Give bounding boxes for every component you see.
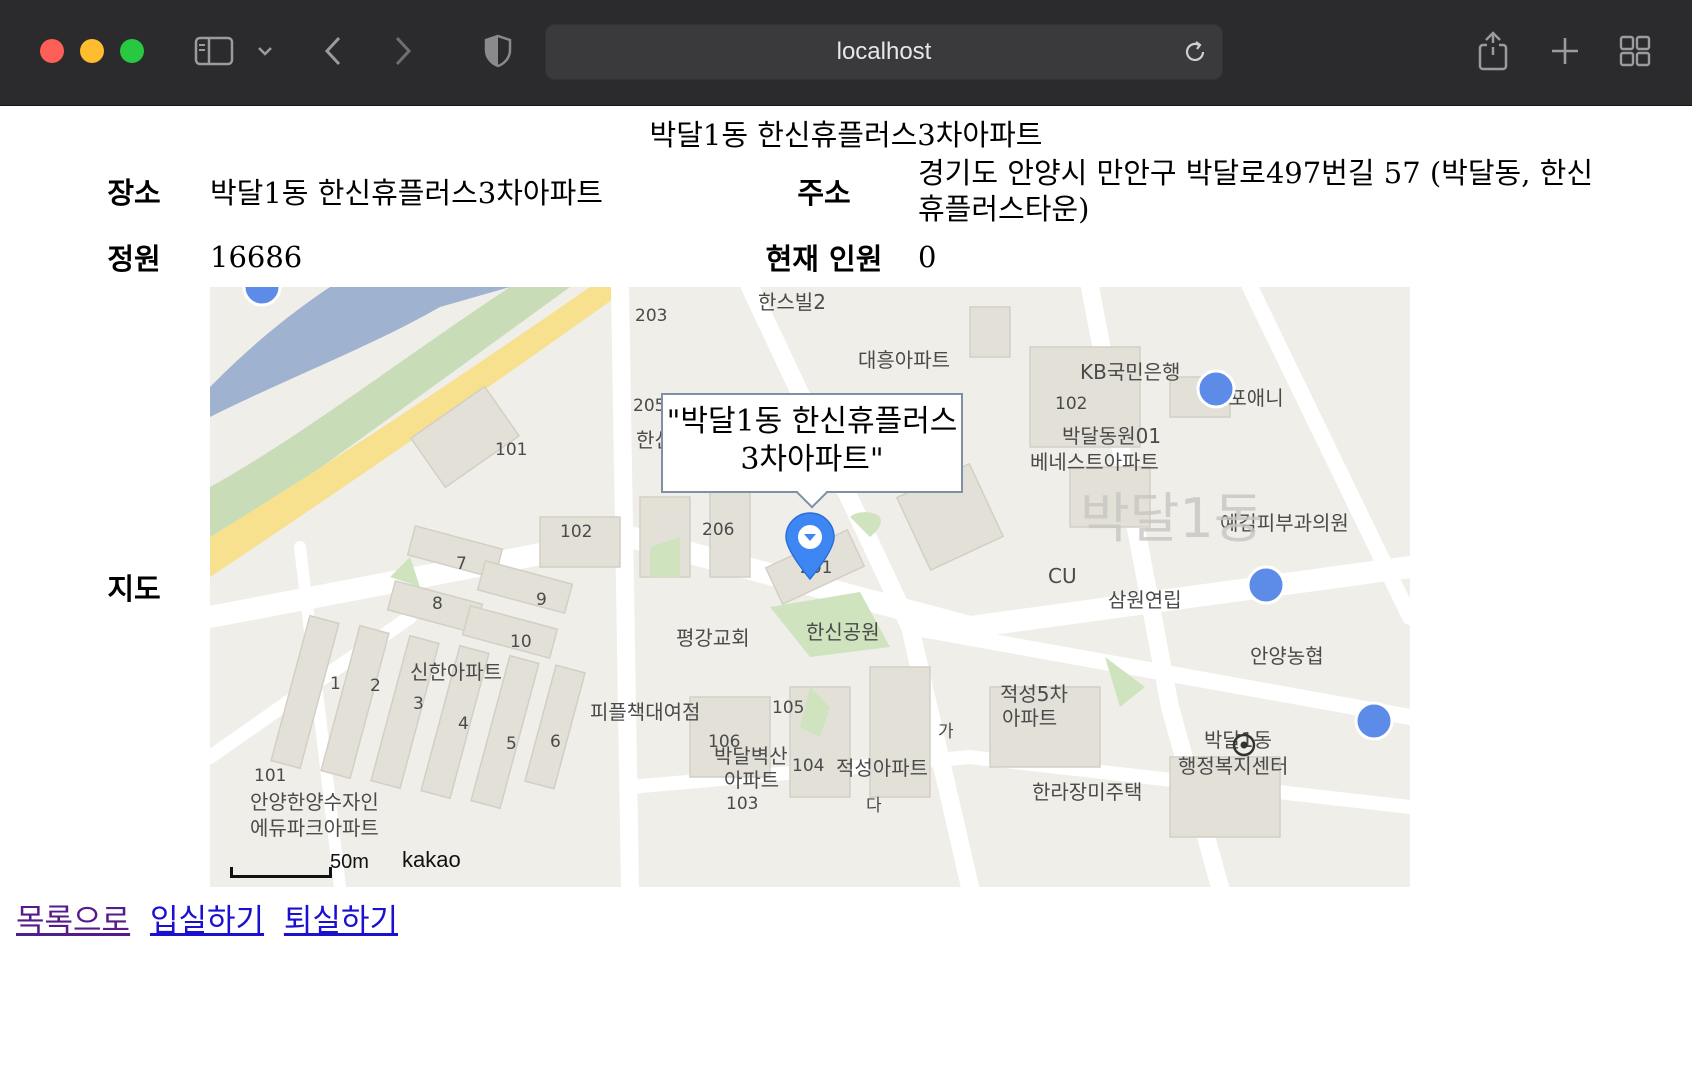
svg-text:101: 101 [495,440,527,460]
back-to-list-link[interactable]: 목록으로 [16,903,130,939]
svg-text:KB국민은행: KB국민은행 [1080,360,1180,384]
map-infowindow: "박달1동 한신휴플러스3차아파트" [661,393,963,493]
browser-titlebar: localhost [0,0,1692,106]
chevron-down-icon[interactable] [252,30,278,72]
svg-text:아파트: 아파트 [1002,706,1057,730]
svg-text:박달동원01: 박달동원01 [1062,424,1161,448]
infowindow-text: "박달1동 한신휴플러스3차아파트" [666,404,958,477]
svg-text:적성5차: 적성5차 [1000,682,1068,706]
svg-text:5: 5 [506,734,517,754]
enter-room-link[interactable]: 입실하기 [150,903,264,939]
current-count-label: 현재 인원 [765,242,883,276]
svg-text:평강교회: 평강교회 [676,626,750,650]
svg-text:박달1동: 박달1동 [1080,487,1263,550]
svg-text:103: 103 [726,794,758,814]
map-provider-logo: kakao [402,847,461,872]
address-label: 주소 [797,176,851,210]
svg-text:203: 203 [635,306,667,326]
svg-text:베네스트아파트: 베네스트아파트 [1030,450,1159,474]
forward-icon[interactable] [388,30,418,72]
page-title: 박달1동 한신휴플러스3차아파트 [649,118,1043,152]
svg-text:박달1동: 박달1동 [1204,728,1272,752]
svg-text:102: 102 [1055,394,1087,414]
address-bar[interactable]: localhost [545,24,1223,80]
svg-text:CU: CU [1048,564,1077,588]
scale-bar [230,867,332,878]
svg-text:한라장미주택: 한라장미주택 [1032,780,1142,804]
svg-text:행정복지센터: 행정복지센터 [1178,754,1288,778]
svg-text:다: 다 [866,796,882,816]
capacity-value: 16686 [210,240,303,274]
plus-icon[interactable] [1548,30,1582,72]
svg-text:7: 7 [456,554,467,574]
map-label-hansbill2: 한스빌2 [758,290,826,314]
svg-text:아파트: 아파트 [724,768,779,792]
scale-text: 50m [330,851,369,873]
svg-text:1: 1 [330,674,341,694]
exit-room-link[interactable]: 퇴실하기 [284,903,398,939]
capacity-label: 정원 [107,242,161,276]
close-window-button[interactable] [40,39,64,63]
minimize-window-button[interactable] [80,39,104,63]
svg-text:4: 4 [458,714,469,734]
svg-text:박달벽산: 박달벽산 [714,744,788,768]
svg-text:6: 6 [550,732,561,752]
map-label: 지도 [107,572,161,606]
sidebar-icon[interactable] [192,30,236,72]
tab-overview-icon[interactable] [1618,30,1652,72]
svg-text:8: 8 [432,594,443,614]
svg-text:206: 206 [702,520,734,540]
svg-text:대흥아파트: 대흥아파트 [858,348,950,372]
svg-text:101: 101 [254,766,286,786]
svg-text:10: 10 [510,632,532,652]
action-links: 목록으로 입실하기 퇴실하기 [16,895,408,940]
share-icon[interactable] [1476,30,1510,72]
svg-text:가: 가 [938,722,954,742]
svg-text:삼원연립: 삼원연립 [1108,588,1182,612]
svg-text:안양농협: 안양농협 [1250,644,1324,668]
svg-text:에듀파크아파트: 에듀파크아파트 [250,816,379,840]
reload-icon[interactable] [1182,39,1208,69]
svg-text:신한아파트: 신한아파트 [410,660,502,684]
map-marker-icon[interactable] [784,511,836,588]
address-text: localhost [836,38,932,65]
svg-text:104: 104 [792,756,824,776]
svg-text:안양한양수자인: 안양한양수자인 [250,790,379,814]
svg-text:3: 3 [413,694,424,714]
address-value: 경기도 안양시 만안구 박달로497번길 57 (박달동, 한신휴플러스타운) [918,156,1594,226]
svg-text:102: 102 [560,522,592,542]
svg-text:적성아파트: 적성아파트 [836,756,928,780]
svg-text:105: 105 [772,698,804,718]
svg-text:피플책대여점: 피플책대여점 [590,700,700,724]
place-label: 장소 [107,176,161,210]
place-value: 박달1동 한신휴플러스3차아파트 [210,176,603,210]
detail-table: 장소 박달1동 한신휴플러스3차아파트 주소 경기도 안양시 만안구 박달로49… [58,155,1618,887]
shield-icon[interactable] [483,30,513,72]
svg-text:한신공원: 한신공원 [806,620,880,644]
svg-text:2: 2 [370,676,381,696]
svg-text:9: 9 [536,590,547,610]
map-view[interactable]: 한스빌2 203 대흥아파트 KB국민은행 스포애니 205 한신 101 10… [210,287,1410,887]
back-icon[interactable] [318,30,348,72]
maximize-window-button[interactable] [120,39,144,63]
current-count-value: 0 [918,240,937,274]
